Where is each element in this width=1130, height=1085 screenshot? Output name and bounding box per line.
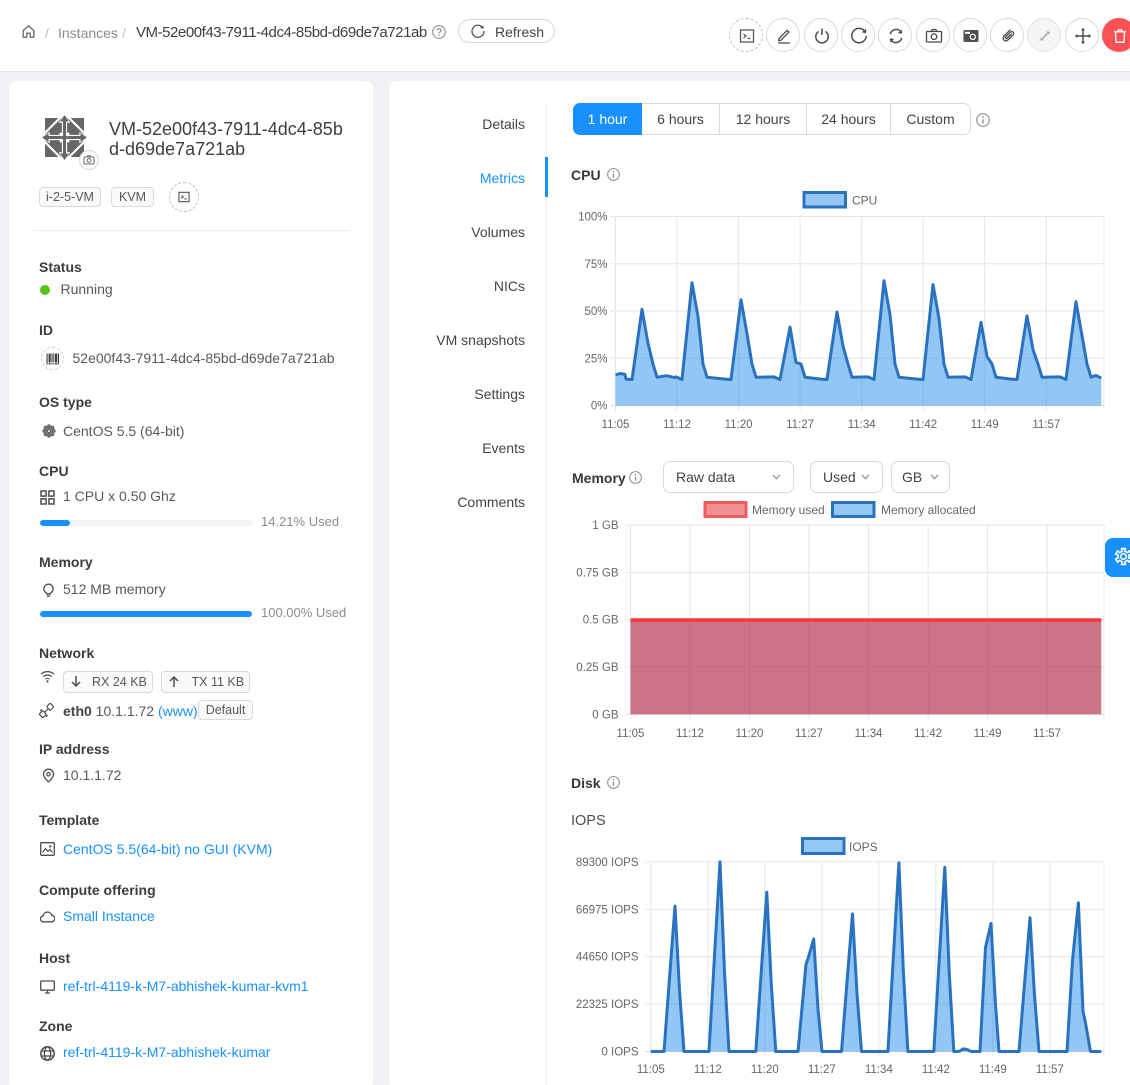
svg-text:Memory used: Memory used [752, 503, 825, 517]
svg-text:0 IOPS: 0 IOPS [601, 1047, 638, 1059]
svg-text:11:42: 11:42 [914, 728, 942, 740]
svg-text:50%: 50% [584, 306, 607, 318]
svg-text:44650 IOPS: 44650 IOPS [576, 952, 639, 964]
svg-text:11:57: 11:57 [1032, 419, 1060, 431]
svg-text:11:05: 11:05 [637, 1064, 665, 1076]
svg-text:11:27: 11:27 [786, 419, 814, 431]
svg-text:0.25 GB: 0.25 GB [576, 662, 619, 674]
svg-text:66975 IOPS: 66975 IOPS [576, 904, 639, 916]
svg-text:11:42: 11:42 [909, 419, 937, 431]
svg-text:11:05: 11:05 [617, 728, 645, 740]
svg-text:IOPS: IOPS [849, 840, 878, 854]
svg-text:25%: 25% [584, 353, 607, 365]
svg-text:11:12: 11:12 [676, 728, 704, 740]
svg-text:89300 IOPS: 89300 IOPS [576, 857, 639, 869]
svg-text:1 GB: 1 GB [592, 520, 619, 532]
svg-text:11:27: 11:27 [808, 1064, 836, 1076]
svg-text:11:12: 11:12 [694, 1064, 722, 1076]
svg-text:11:42: 11:42 [922, 1064, 950, 1076]
svg-text:11:34: 11:34 [848, 419, 877, 431]
svg-text:11:57: 11:57 [1036, 1064, 1064, 1076]
svg-text:11:57: 11:57 [1033, 728, 1061, 740]
svg-text:11:49: 11:49 [974, 728, 1002, 740]
svg-text:11:27: 11:27 [795, 728, 823, 740]
svg-text:11:34: 11:34 [855, 728, 884, 740]
svg-text:0.75 GB: 0.75 GB [576, 567, 619, 579]
svg-text:11:49: 11:49 [979, 1064, 1007, 1076]
svg-text:11:20: 11:20 [751, 1064, 779, 1076]
svg-text:CPU: CPU [852, 194, 877, 208]
svg-text:22325 IOPS: 22325 IOPS [576, 999, 639, 1011]
svg-text:75%: 75% [584, 259, 607, 271]
svg-text:11:20: 11:20 [736, 728, 764, 740]
svg-text:0 GB: 0 GB [592, 709, 619, 721]
svg-text:11:49: 11:49 [971, 419, 999, 431]
svg-text:11:34: 11:34 [865, 1064, 894, 1076]
svg-text:0.5 GB: 0.5 GB [583, 615, 619, 627]
svg-text:Memory allocated: Memory allocated [881, 503, 976, 517]
svg-text:11:12: 11:12 [663, 419, 691, 431]
svg-text:100%: 100% [578, 212, 607, 224]
svg-text:0%: 0% [591, 401, 608, 413]
svg-text:11:05: 11:05 [602, 419, 630, 431]
svg-text:11:20: 11:20 [725, 419, 753, 431]
